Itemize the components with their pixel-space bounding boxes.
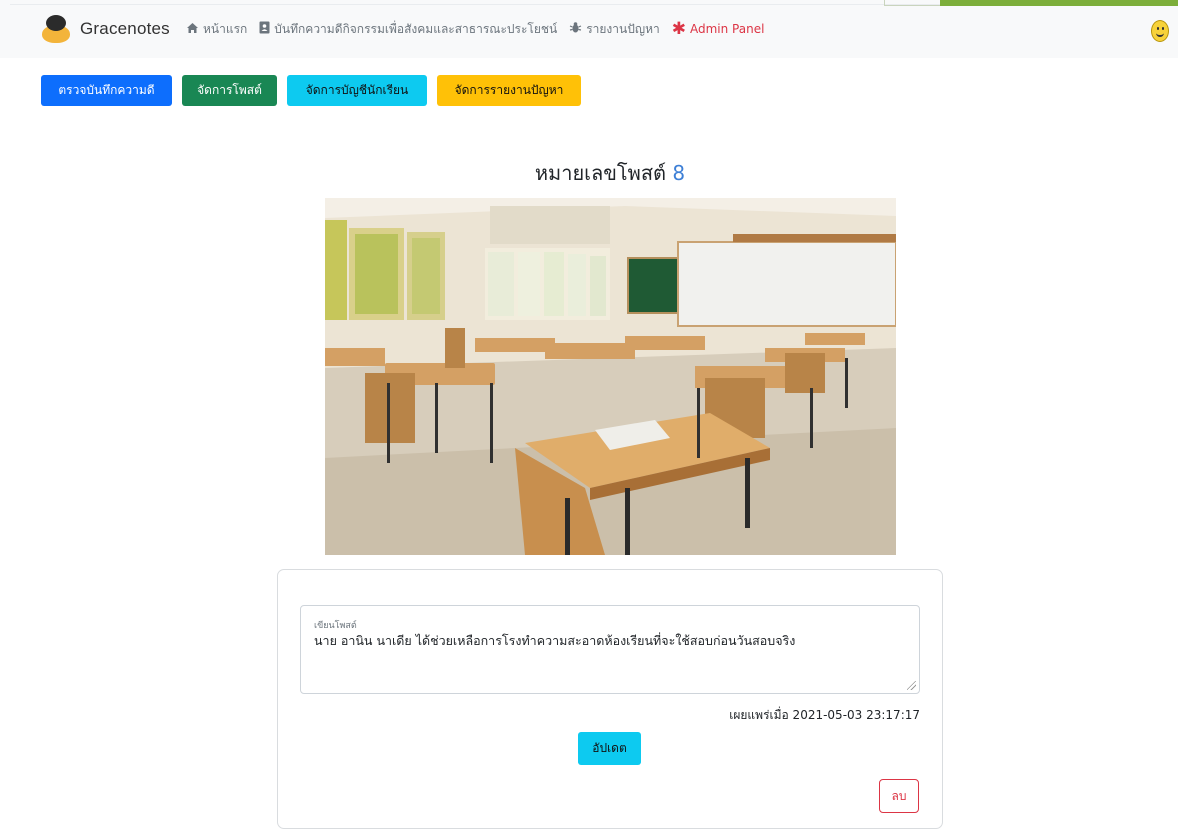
brand-name: Gracenotes — [80, 19, 170, 38]
post-content-textarea[interactable]: เขียนโพสต์ นาย อานิน นาเดีย ได้ช่วยเหลือ… — [300, 605, 920, 694]
admin-toolbar: ตรวจบันทึกความดี จัดการโพสต์ จัดการบัญชี… — [41, 75, 581, 106]
nav-links: หน้าแรก บันทึกความดีกิจกรรมเพื่อสังคมและ… — [186, 20, 764, 38]
post-content-label: เขียนโพสต์ — [314, 621, 357, 631]
brand-logo-icon — [40, 13, 72, 45]
nav-link-report-label: รายงานปัญหา — [586, 21, 660, 36]
resize-handle-icon[interactable] — [907, 681, 916, 690]
published-timestamp: เผยแพร่เมื่อ 2021-05-03 23:17:17 — [729, 708, 920, 722]
home-icon — [186, 22, 199, 37]
nav-link-home-label: หน้าแรก — [203, 21, 248, 36]
nav-link-report[interactable]: รายงานปัญหา — [569, 20, 660, 39]
post-content-value: นาย อานิน นาเดีย ได้ช่วยเหลือการโรงทำควา… — [314, 633, 796, 648]
post-title-prefix: หมายเลขโพสต์ — [534, 161, 667, 185]
bug-icon — [569, 21, 582, 37]
manage-student-accounts-button[interactable]: จัดการบัญชีนักเรียน — [287, 75, 427, 106]
post-edit-card: เขียนโพสต์ นาย อานิน นาเดีย ได้ช่วยเหลือ… — [277, 569, 943, 829]
nav-link-admin-panel[interactable]: ✱ Admin Panel — [671, 18, 765, 39]
contact-book-icon — [259, 21, 270, 37]
delete-button[interactable]: ลบ — [879, 779, 919, 813]
post-image-classroom — [325, 198, 896, 555]
asterisk-icon: ✱ — [671, 18, 686, 39]
nav-link-admin-panel-label: Admin Panel — [689, 22, 765, 36]
update-button[interactable]: อัปเดต — [578, 732, 641, 765]
classroom-photo — [325, 198, 896, 555]
nav-link-home[interactable]: หน้าแรก — [186, 20, 247, 39]
post-number: 8 — [672, 161, 686, 185]
user-avatar-smiley-icon[interactable] — [1151, 20, 1169, 42]
manage-reports-button[interactable]: จัดการรายงานปัญหา — [437, 75, 581, 106]
nav-link-good-deeds-label: บันทึกความดีกิจกรรมเพื่อสังคมและสาธารณะป… — [274, 21, 558, 36]
manage-posts-button[interactable]: จัดการโพสต์ — [182, 75, 277, 106]
brand-link[interactable]: Gracenotes — [40, 12, 170, 46]
decorative-line — [884, 0, 944, 6]
navbar: Gracenotes หน้าแรก บันทึกความดีกิจกรรมเพ… — [0, 0, 1178, 58]
decorative-green-strip — [940, 0, 1178, 6]
nav-link-good-deeds[interactable]: บันทึกความดีกิจกรรมเพื่อสังคมและสาธารณะป… — [259, 20, 557, 39]
post-title: หมายเลขโพสต์ 8 — [0, 157, 1178, 189]
review-good-deeds-button[interactable]: ตรวจบันทึกความดี — [41, 75, 172, 106]
